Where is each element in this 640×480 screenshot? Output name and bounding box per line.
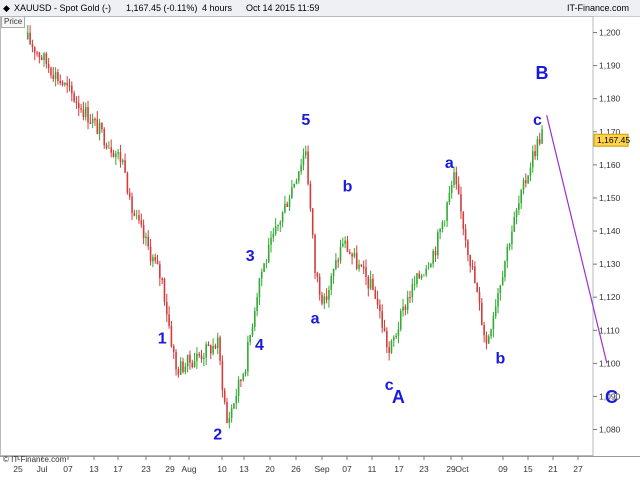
footer-brand: © IT-Finance.com: [3, 455, 67, 464]
x-tick-label: 21: [548, 464, 558, 474]
projection-line: [546, 115, 608, 364]
wave-label-5: 5: [301, 112, 310, 129]
x-tick-label: 13: [239, 464, 249, 474]
wave-label-1: 1: [158, 331, 167, 348]
x-tick-label: 25: [13, 464, 23, 474]
wave-label-4: 4: [255, 337, 264, 354]
x-tick-label: 09: [498, 464, 508, 474]
y-tick-label: 1,110: [599, 325, 620, 335]
x-tick-label: 07: [63, 464, 73, 474]
wave-label-C: C: [605, 387, 618, 407]
wave-label-a: a: [311, 311, 320, 328]
chart-svg: 1,0801,0901,1001,1101,1201,1301,1401,150…: [0, 16, 640, 474]
x-tick-label: 10: [217, 464, 227, 474]
y-tick-label: 1,120: [599, 292, 621, 302]
y-tick-label: 1,190: [599, 61, 621, 71]
y-tick-label: 1,140: [599, 226, 621, 236]
y-tick-label: 1,100: [599, 358, 621, 368]
x-tick-label: 17: [113, 464, 123, 474]
x-tick-label: 23: [141, 464, 151, 474]
chart-root: ◆ XAUUSD - Spot Gold (-) 1,167.45 (-0.11…: [0, 0, 640, 480]
x-tick-label: 13: [89, 464, 99, 474]
x-tick-label: 20: [265, 464, 275, 474]
y-tick-label: 1,150: [599, 193, 621, 203]
x-tick-label: Jul: [37, 464, 48, 474]
y-tick-label: 1,160: [599, 160, 621, 170]
x-tick-label: Sep: [314, 464, 329, 474]
plot-frame: [0, 16, 594, 456]
x-tick-label: Aug: [181, 464, 196, 474]
wave-label-c: c: [533, 112, 542, 129]
wave-label-2: 2: [213, 426, 222, 443]
y-tick-label: 1,130: [599, 259, 621, 269]
x-tick-label: 29: [165, 464, 175, 474]
y-tick-label: 1,180: [599, 94, 621, 104]
wave-label-A: A: [392, 387, 405, 407]
y-tick-label: 1,080: [599, 425, 621, 435]
wave-label-b: b: [495, 350, 505, 367]
x-tick-label: 07: [342, 464, 352, 474]
x-tick-label: Oct: [455, 464, 469, 474]
x-tick-label: 27: [573, 464, 583, 474]
x-tick-label: 17: [394, 464, 404, 474]
x-tick-label: 15: [523, 464, 533, 474]
wave-label-3: 3: [246, 248, 255, 265]
x-tick-label: 26: [291, 464, 301, 474]
last-price-label: 1,167.45: [597, 135, 630, 145]
y-tick-label: 1,200: [599, 28, 621, 38]
x-tick-label: 23: [419, 464, 429, 474]
wave-label-B: B: [536, 63, 549, 83]
x-tick-label: 11: [368, 464, 377, 474]
wave-label-a: a: [445, 155, 454, 172]
wave-label-b: b: [343, 178, 353, 195]
